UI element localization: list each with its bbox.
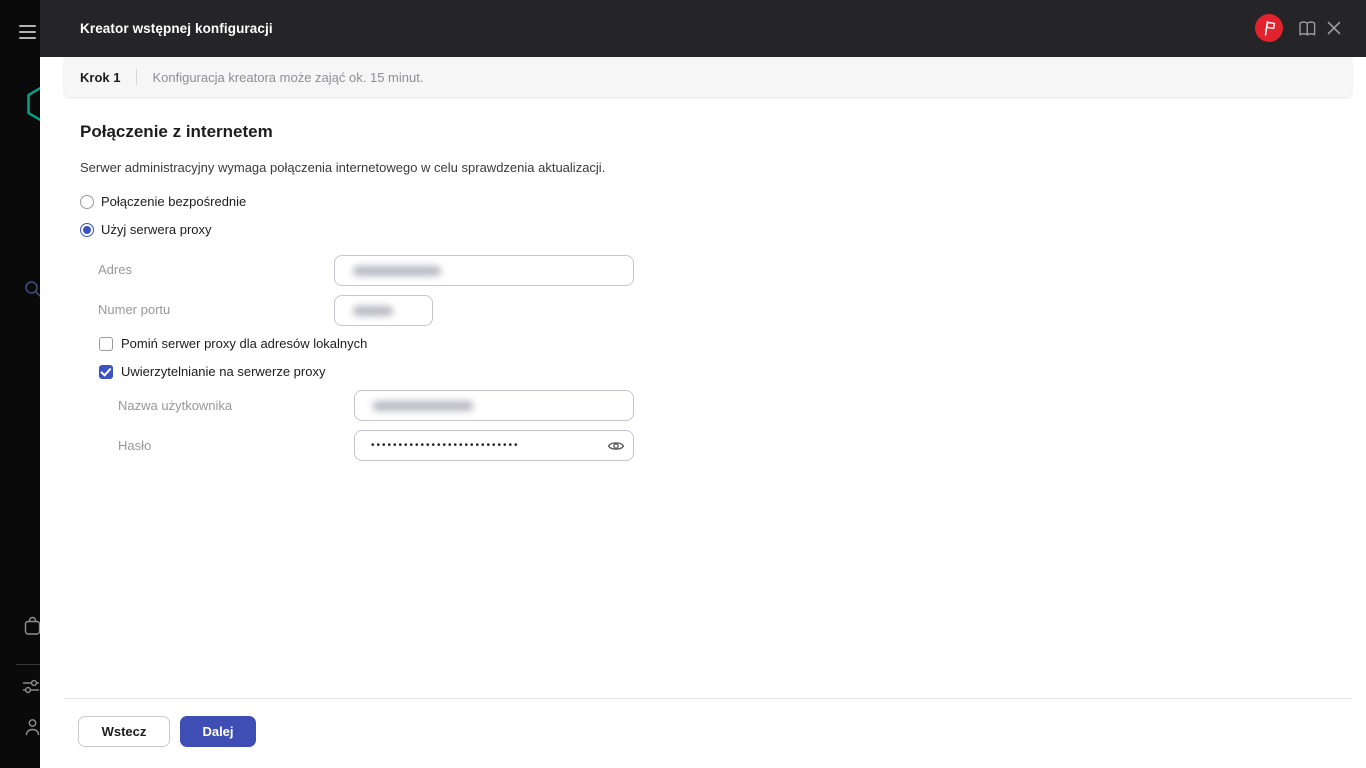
marketplace-bag-icon[interactable] [24, 616, 40, 636]
wizard-header: Kreator wstępnej konfiguracji [40, 0, 1366, 57]
bypass-proxy-label: Pomiń serwer proxy dla adresów lokalnych [121, 336, 368, 351]
proxy-auth-checkbox[interactable]: Uwierzytelnianie na serwerze proxy [99, 364, 325, 379]
password-input[interactable]: ••••••••••••••••••••••••••• [354, 430, 634, 461]
username-redacted-value [373, 400, 473, 411]
username-label: Nazwa użytkownika [118, 398, 233, 413]
checkbox-checked-icon[interactable] [99, 364, 113, 379]
bypass-proxy-checkbox[interactable]: Pomiń serwer proxy dla adresów lokalnych [99, 336, 367, 351]
address-input[interactable] [334, 255, 634, 286]
next-button[interactable]: Dalej [180, 716, 256, 747]
footer-divider [64, 698, 1352, 699]
password-masked-value: ••••••••••••••••••••••••••• [371, 440, 520, 451]
whats-new-flag-icon[interactable] [1255, 14, 1283, 42]
port-redacted-value [353, 305, 393, 316]
address-label: Adres [98, 262, 132, 277]
wizard-title: Kreator wstępnej konfiguracji [80, 21, 273, 36]
radio-selected-icon[interactable] [80, 222, 94, 237]
radio-use-proxy-label: Użyj serwera proxy [101, 222, 212, 237]
user-account-icon[interactable] [24, 718, 40, 736]
radio-direct-connection-label: Połączenie bezpośrednie [101, 194, 247, 209]
sidebar-divider [16, 664, 40, 665]
step-separator [136, 69, 138, 85]
page-description: Serwer administracyjny wymaga połączenia… [80, 160, 606, 175]
back-button[interactable]: Wstecz [78, 716, 170, 747]
address-redacted-value [353, 265, 441, 276]
step-label: Krok 1 [80, 69, 121, 85]
radio-unselected-icon[interactable] [80, 194, 94, 209]
page-title: Połączenie z internetem [80, 122, 273, 141]
documentation-book-icon[interactable] [1298, 20, 1317, 37]
password-label: Hasło [118, 438, 152, 453]
step-bar: Krok 1 Konfiguracja kreatora może zająć … [64, 57, 1352, 97]
wizard-panel: Krok 1 Konfiguracja kreatora może zająć … [40, 57, 1366, 768]
search-icon[interactable] [24, 280, 40, 298]
radio-use-proxy[interactable]: Użyj serwera proxy [80, 222, 212, 237]
port-label: Numer portu [98, 302, 171, 317]
proxy-auth-label: Uwierzytelnianie na serwerze proxy [121, 364, 326, 379]
checkbox-unchecked-icon[interactable] [99, 336, 113, 351]
step-note: Konfiguracja kreatora może zająć ok. 15 … [152, 69, 424, 85]
radio-direct-connection[interactable]: Połączenie bezpośrednie [80, 194, 246, 209]
show-password-eye-icon[interactable] [607, 439, 625, 453]
app-sidebar [0, 0, 40, 768]
username-input[interactable] [354, 390, 634, 421]
close-icon[interactable] [1326, 20, 1342, 36]
menu-icon[interactable] [19, 25, 36, 39]
console-settings-icon[interactable] [22, 678, 40, 695]
kaspersky-hexagon-logo [27, 85, 40, 123]
port-input[interactable] [334, 295, 433, 326]
